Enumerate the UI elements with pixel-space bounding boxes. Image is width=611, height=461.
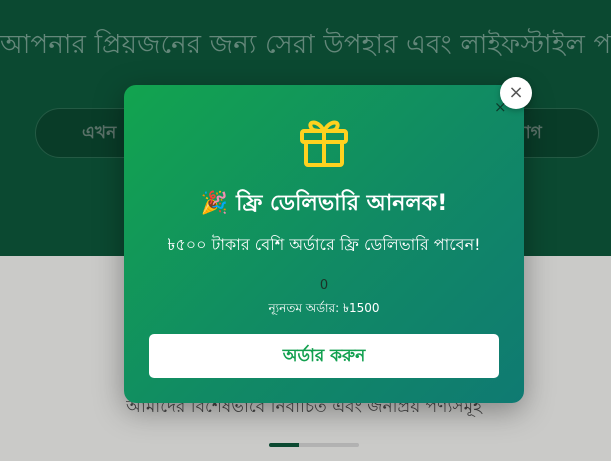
cart-amount-value: 0: [319, 278, 329, 293]
close-icon-secondary[interactable]: ×: [494, 100, 507, 115]
party-popper-icon: 🎉: [200, 191, 229, 216]
free-delivery-popup: 🎉 ফ্রি ডেলিভারি আনলক! ৳৫০০ টাকার বেশি অর্…: [124, 85, 524, 403]
order-now-button[interactable]: অর্ডার করুন: [149, 334, 499, 378]
popup-title: 🎉 ফ্রি ডেলিভারি আনলক!: [124, 186, 524, 223]
gift-icon: [300, 120, 348, 167]
minimum-order-text: ন্যূনতম অর্ডার: ৳1500: [268, 301, 380, 315]
popup-subtitle: ৳৫০০ টাকার বেশি অর্ডারে ফ্রি ডেলিভারি পা…: [167, 235, 481, 254]
close-icon: ×: [508, 82, 524, 103]
popup-title-text: ফ্রি ডেলিভারি আনলক!: [236, 191, 448, 216]
